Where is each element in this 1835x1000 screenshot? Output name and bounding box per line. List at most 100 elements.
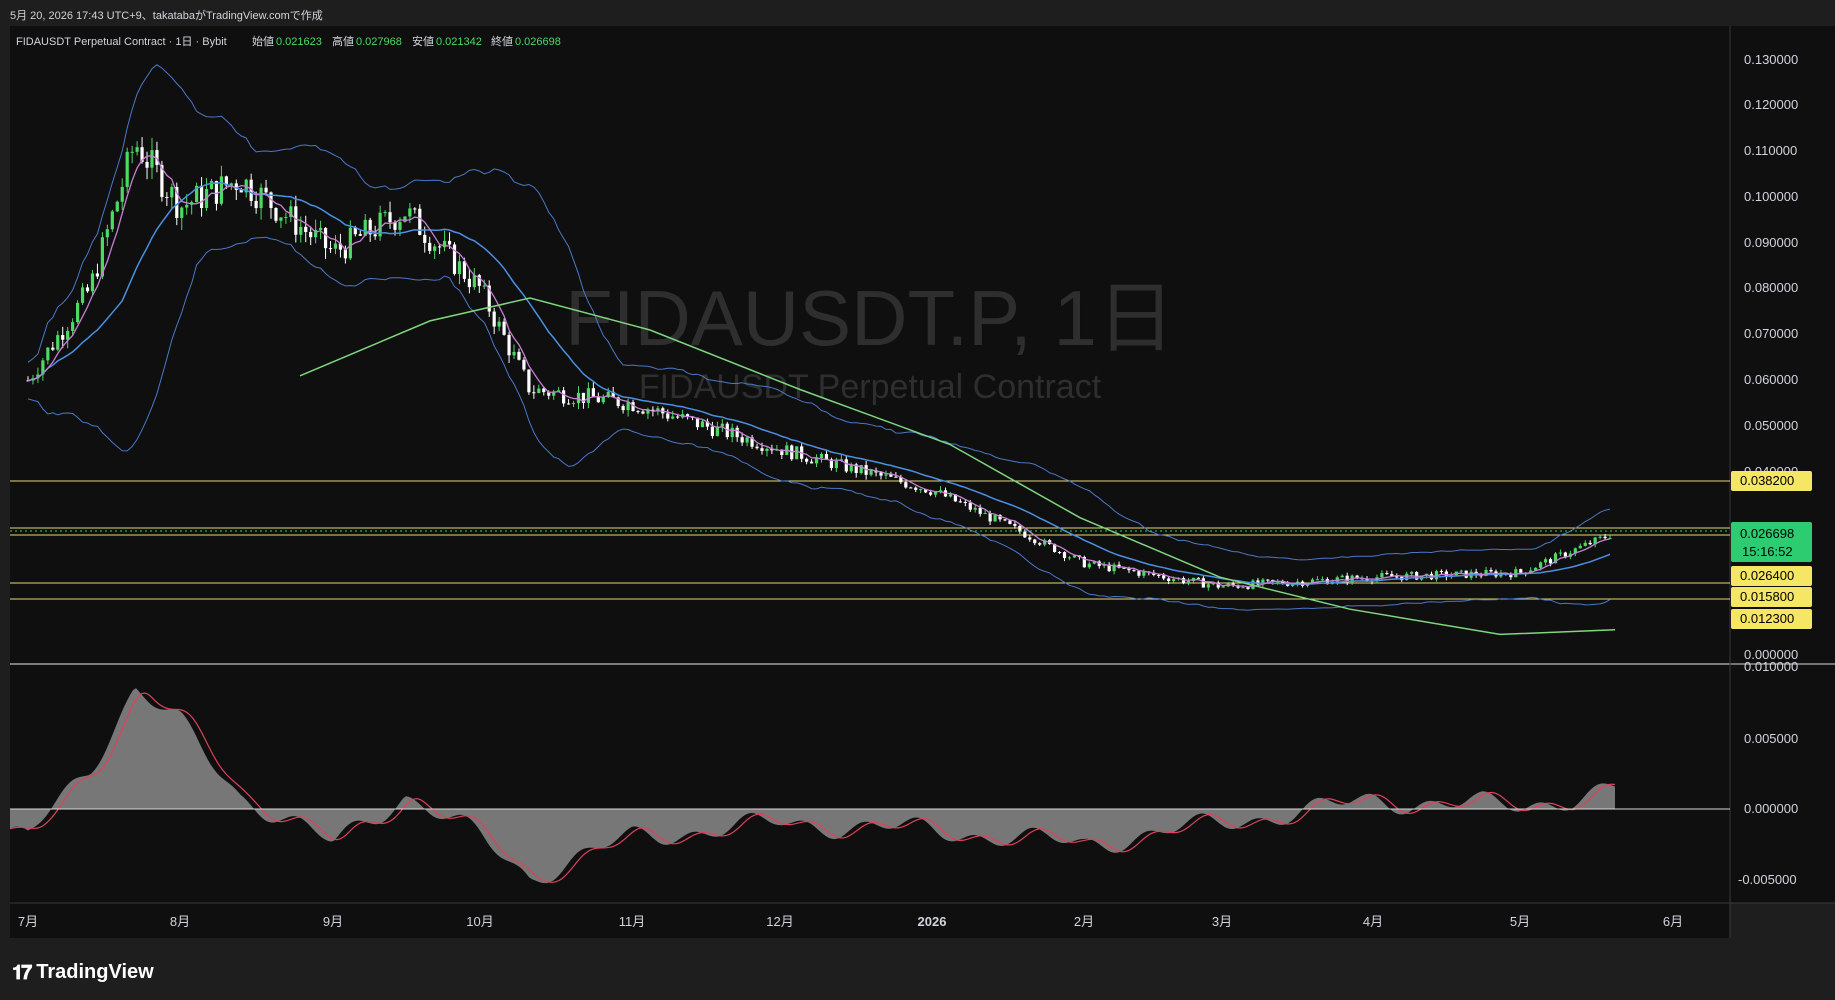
candle-body: [824, 453, 829, 460]
candle-body: [844, 459, 848, 472]
symbol-legend[interactable]: FIDAUSDT Perpetual Contract · 1日 · Bybit…: [16, 34, 561, 48]
candle-body: [115, 201, 119, 212]
candle-body: [120, 186, 124, 202]
countdown-label: 15:16:52: [1742, 544, 1793, 559]
candle-body: [1132, 570, 1136, 572]
tradingview-logo[interactable]: 𝟏𝟕 TradingView: [12, 960, 154, 984]
time-tick-label: 10月: [466, 914, 493, 929]
candle-body: [626, 402, 630, 411]
candle-body: [1558, 552, 1563, 554]
candle-body: [433, 246, 437, 251]
candle-body: [309, 232, 313, 238]
candle-body: [1038, 543, 1042, 545]
candle-body: [562, 390, 566, 404]
macd-pane[interactable]: [10, 665, 1730, 903]
candle-body: [1241, 587, 1245, 589]
time-tick-label: 9月: [323, 914, 343, 929]
time-tick-label: 8月: [170, 914, 190, 929]
candle-body: [929, 492, 933, 495]
candle-body: [1320, 579, 1324, 581]
candle-body: [1162, 575, 1166, 579]
watermark-title: FIDAUSDT.P, 1日: [565, 274, 1175, 362]
candle-body: [408, 208, 412, 217]
candle-body: [904, 482, 908, 488]
candle-body: [566, 403, 571, 405]
candle-body: [482, 285, 486, 287]
candle-body: [1395, 576, 1399, 578]
time-axis[interactable]: [10, 903, 1730, 938]
price-tick-label: 0.130000: [1744, 52, 1798, 67]
candle-body: [1142, 571, 1146, 576]
candle-body: [1578, 545, 1582, 549]
candle-body: [145, 161, 149, 168]
candle-body: [1057, 552, 1062, 554]
candle-body: [819, 453, 824, 459]
candle-body: [388, 212, 392, 223]
last-price-label: 0.026698: [1740, 526, 1794, 541]
candle-body: [299, 226, 303, 235]
candle-body: [522, 359, 526, 370]
candle-body: [591, 388, 595, 397]
candle-body: [1266, 579, 1270, 581]
candle-body: [1385, 573, 1389, 575]
macd-tick-label: 0.010000: [1744, 659, 1798, 674]
candle-body: [1137, 571, 1141, 576]
candle-body: [700, 421, 705, 428]
candle-body: [621, 406, 625, 411]
candle-body: [284, 217, 288, 219]
candle-body: [745, 437, 749, 443]
candle-body: [1340, 575, 1344, 578]
candle-body: [1062, 552, 1067, 559]
candle-body: [527, 369, 531, 393]
candle-body: [884, 474, 888, 476]
time-tick-label: 5月: [1510, 914, 1530, 929]
candle-body: [993, 515, 997, 522]
candle-body: [1008, 520, 1012, 524]
candle-body: [1410, 571, 1414, 574]
price-tick-label: 0.110000: [1744, 143, 1797, 158]
candle-body: [56, 335, 60, 350]
candle-body: [973, 507, 977, 510]
candle-body: [1023, 531, 1027, 538]
chart-area[interactable]: FIDAUSDT.P, 1日 FIDAUSDT Perpetual Contra…: [0, 0, 1835, 938]
candle-body: [968, 502, 972, 510]
candle-body: [1157, 574, 1161, 576]
legend-high-label: 高値: [332, 34, 354, 48]
candle-body: [730, 427, 734, 438]
legend-low-value: 0.021342: [436, 36, 482, 48]
candle-body: [1603, 536, 1607, 539]
level-tag-label: 0.012300: [1740, 611, 1794, 626]
macd-tick-label: -0.005000: [1738, 872, 1797, 887]
candle-body: [259, 187, 263, 209]
macd-tick-label: 0.000000: [1744, 801, 1798, 816]
candle-body: [66, 330, 70, 340]
candle-body: [423, 234, 427, 243]
time-tick-label: 7月: [18, 914, 38, 929]
candle-body: [333, 243, 338, 249]
candle-body: [507, 334, 511, 356]
candle-body: [46, 347, 50, 361]
candle-body: [383, 212, 387, 214]
candle-body: [264, 187, 268, 193]
legend-low-label: 安値: [412, 34, 434, 48]
candle-body: [869, 470, 873, 475]
candle-body: [1013, 523, 1017, 526]
candle-body: [502, 321, 506, 335]
candle-body: [457, 261, 462, 275]
candle-body: [1543, 559, 1548, 563]
tradingview-wordmark: TradingView: [36, 960, 154, 983]
candle-body: [254, 200, 258, 209]
candle-body: [512, 351, 516, 356]
candle-body: [889, 474, 893, 477]
time-tick-label: 2026: [918, 914, 947, 929]
time-tick-label: 12月: [766, 914, 793, 929]
candle-body: [447, 240, 452, 245]
candle-body: [1167, 578, 1171, 582]
candle-body: [586, 388, 591, 403]
candle-body: [948, 494, 953, 497]
candle-body: [343, 249, 347, 259]
candle-body: [532, 392, 536, 394]
candle-body: [85, 287, 90, 292]
footer-bar: 𝟏𝟕 TradingView: [0, 938, 1835, 1000]
candle-body: [1246, 587, 1250, 589]
